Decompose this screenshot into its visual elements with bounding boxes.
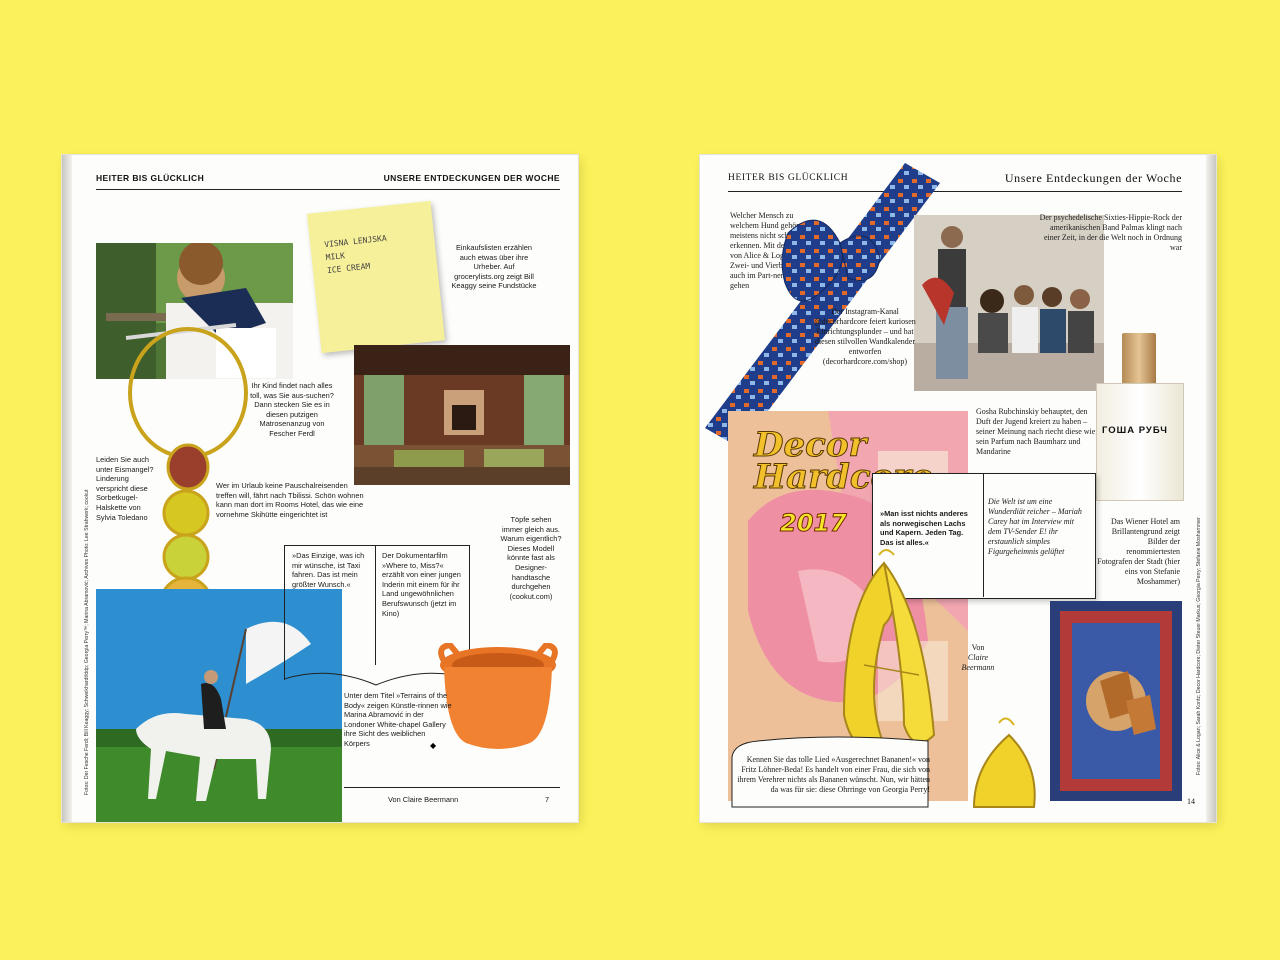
right-magazine-page: HEITER BIS GLÜCKLICH Unsere Entdeckungen… (700, 155, 1216, 822)
right-page-edge (1206, 155, 1216, 822)
left-magazine-page: HEITER BIS GLÜCKLICH UNSERE ENTDECKUNGEN… (62, 155, 578, 822)
documentary-caption: Der Dokumentarfilm »Where to, Miss?« erz… (382, 551, 461, 618)
right-page-number: 14 (1187, 797, 1195, 806)
palmas-band-caption: Der psychedelische Sixties-Hippie-Rock d… (1039, 213, 1182, 252)
taxi-quote: »Das Einzige, was ich mir wünsche, ist T… (292, 551, 365, 589)
left-page-spine (62, 155, 72, 822)
left-page-number: 7 (545, 795, 550, 804)
salmon-quote: »Man isst nichts anderes als norwegische… (880, 509, 968, 547)
terrains-caption: Unter dem Titel »Terrains of the Body« z… (344, 691, 452, 748)
necklace-caption: Leiden Sie auch unter Eismangel? Linderu… (96, 455, 154, 522)
left-byline: Von Claire Beermann (388, 795, 459, 804)
grocery-list-note: VISNA LENJSKA MILK ICE CREAM (307, 200, 445, 354)
book-spine-line (375, 545, 376, 665)
right-byline-name: Claire Beermann (961, 653, 995, 672)
right-photo-credits: Fotos: Alice & Logan; Sarah Kontz; Decor… (1196, 517, 1202, 775)
orange-bucket-image (438, 643, 558, 749)
right-byline-von: Von (971, 643, 985, 652)
right-header-title: Unsere Entdeckungen der Woche (1004, 171, 1182, 185)
gosha-perfume-bottle: ГОША РУБЧ (1096, 333, 1184, 501)
vienna-hotel-caption: Das Wiener Hotel am Brillantengrund zeig… (1097, 517, 1180, 586)
banana-earrings-caption: Kennen Sie das tolle Lied »Ausgerechnet … (737, 755, 930, 794)
left-photo-credits: Fotos: Der Fesche Ferdl; Bill Keaggy; Sc… (84, 489, 90, 795)
right-byline: Von Claire Beermann (956, 643, 1000, 673)
bucket-caption: Töpfe sehen immer gleich aus. Warum eige… (500, 515, 562, 601)
article-end-mark: ◆ (430, 741, 437, 750)
hotel-interior-photo (354, 345, 570, 485)
perfume-label: ГОША РУБЧ (1102, 425, 1168, 436)
decorhardcore-caption: Der Instagram-Kanal @decorhardcore feier… (814, 307, 916, 366)
left-header-title: UNSERE ENTDECKUNGEN DER WOCHE (383, 173, 560, 183)
perfume-caption: Gosha Rubchinskiy behauptet, den Duft de… (976, 407, 1096, 456)
calendar-year: 2017 (780, 509, 848, 538)
grocery-caption: Einkaufslisten erzählen auch etwas über … (451, 243, 537, 291)
left-footer-rule (344, 787, 560, 788)
left-header-rule (96, 189, 560, 190)
left-header-section: HEITER BIS GLÜCKLICH (96, 173, 205, 183)
tbilissi-hotel-caption: Wer im Urlaub keine Pauschalreisenden tr… (216, 481, 364, 519)
